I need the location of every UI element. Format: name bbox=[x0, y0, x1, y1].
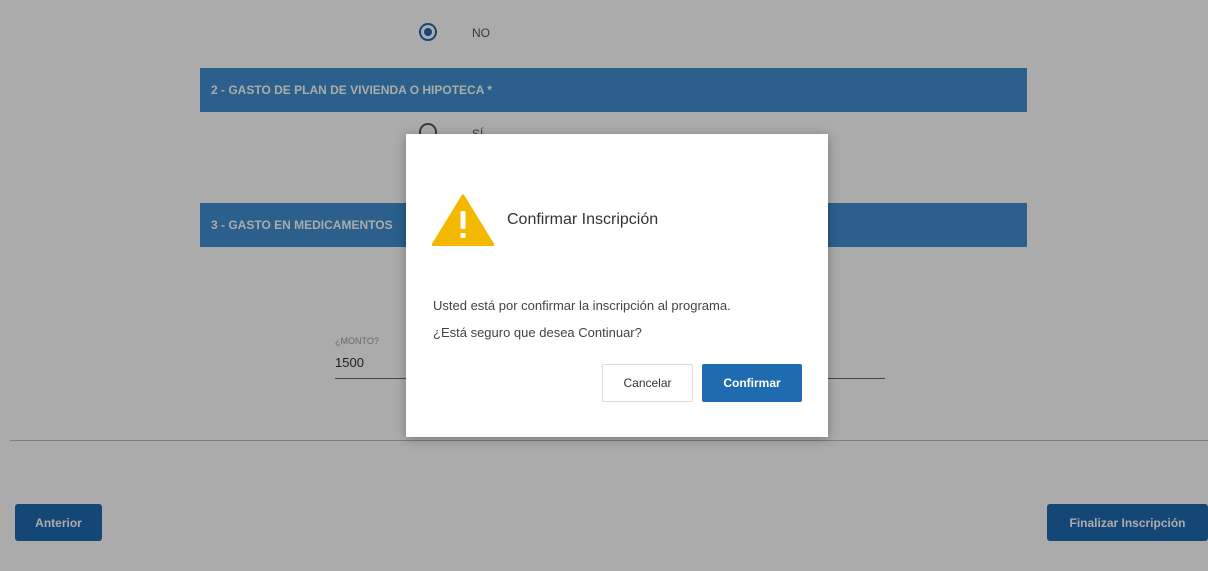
dialog-title: Confirmar Inscripción bbox=[507, 211, 659, 228]
dialog-message-line-2: ¿Está seguro que desea Continuar? bbox=[433, 325, 642, 340]
dialog-message: Usted está por confirmar la inscripción … bbox=[433, 292, 731, 346]
warning-icon bbox=[432, 194, 494, 246]
dialog-message-line-1: Usted está por confirmar la inscripción … bbox=[433, 298, 731, 313]
confirm-dialog: Confirmar Inscripción Usted está por con… bbox=[406, 134, 828, 437]
cancel-button[interactable]: Cancelar bbox=[602, 364, 693, 402]
confirm-button[interactable]: Confirmar bbox=[702, 364, 802, 402]
